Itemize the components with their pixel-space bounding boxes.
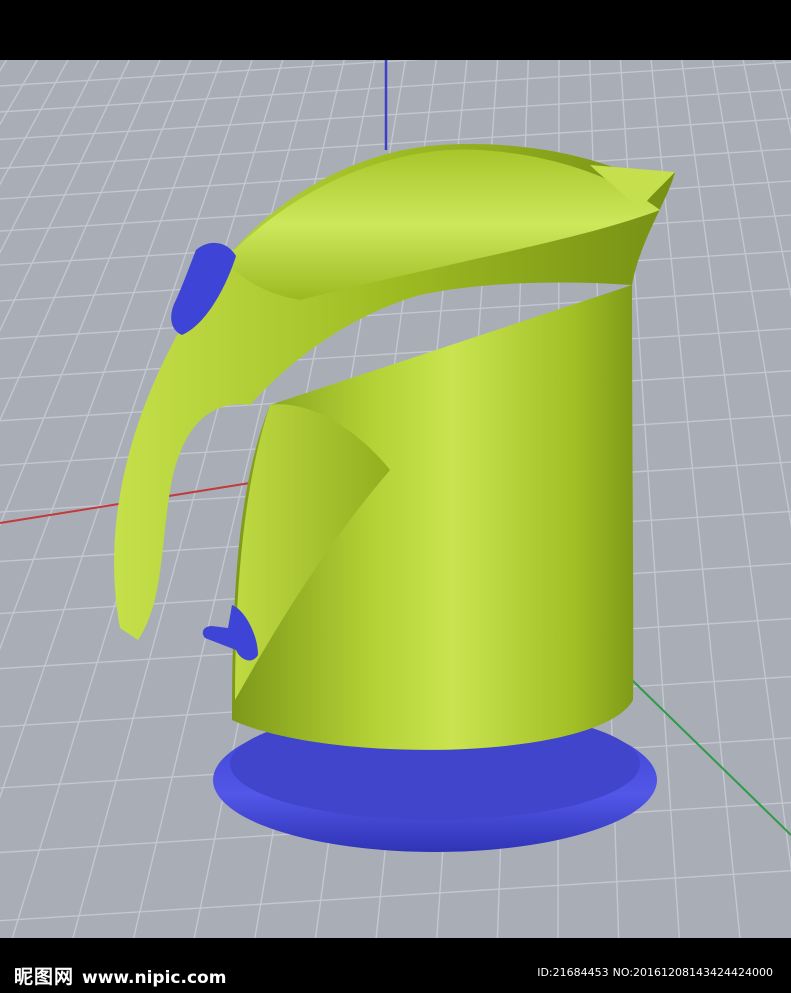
image-id: ID:21684453 (537, 966, 609, 979)
image-id-label: ID:21684453 NO:20161208143424424000 (537, 966, 773, 979)
site-url: www.nipic.com (82, 968, 227, 988)
image-number: NO:20161208143424424000 (612, 966, 773, 979)
3d-viewport[interactable] (0, 60, 791, 938)
site-watermark: 昵图网 www.nipic.com (14, 962, 226, 989)
site-name-cn: 昵图网 (14, 966, 75, 988)
top-black-bar (0, 0, 791, 60)
